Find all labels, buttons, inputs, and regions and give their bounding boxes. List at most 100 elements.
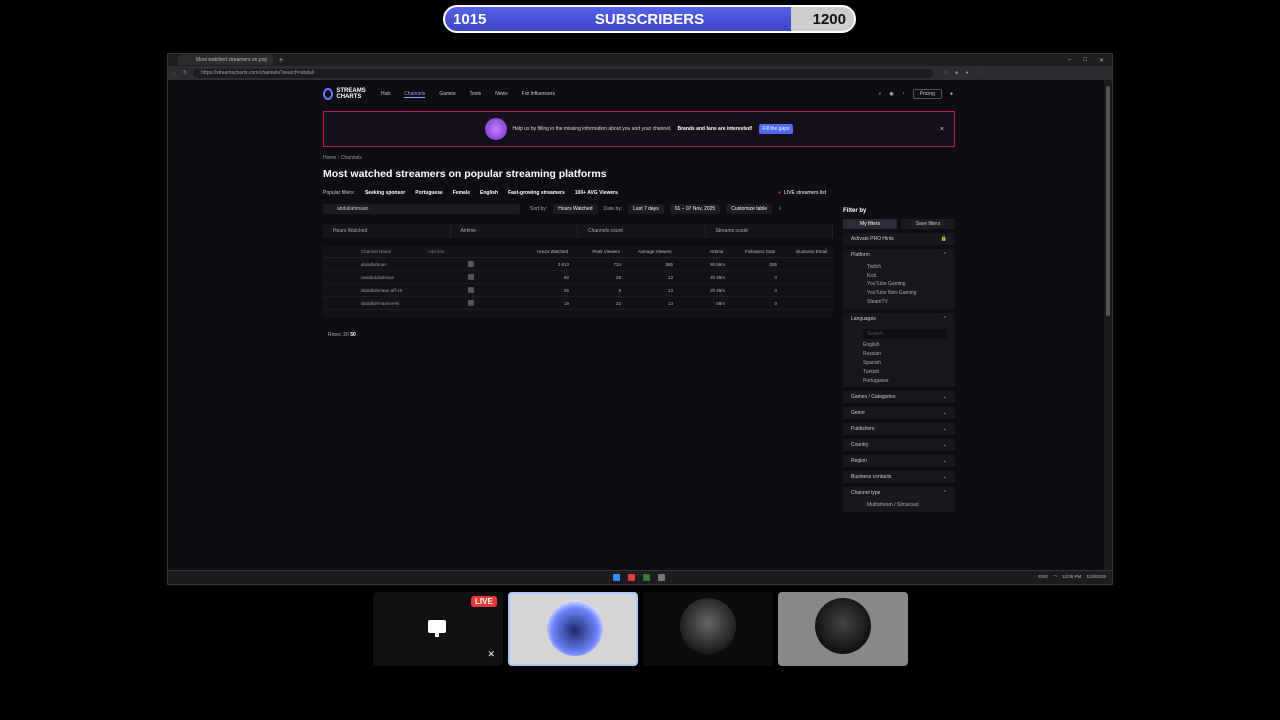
participant-tile-active[interactable] bbox=[508, 592, 638, 666]
screen-share-tile[interactable]: LIVE ✕ bbox=[373, 592, 503, 666]
filter-female[interactable]: Female bbox=[453, 190, 470, 196]
close-icon[interactable]: × bbox=[940, 126, 944, 133]
nav-news[interactable]: News bbox=[495, 91, 508, 98]
tab-streams-count[interactable]: Streams count bbox=[706, 224, 833, 238]
language-search-input[interactable]: Search bbox=[863, 328, 947, 340]
minimize-icon[interactable]: – bbox=[1068, 57, 1071, 64]
app-icon[interactable] bbox=[628, 574, 635, 581]
table-row[interactable]: abdullahman 3 613 734 365 9h 59m 255 bbox=[323, 258, 833, 271]
download-icon[interactable]: ⇩ bbox=[778, 206, 782, 212]
customize-table-button[interactable]: Customize table bbox=[726, 204, 773, 214]
genre-section[interactable]: Genre ⌄ bbox=[843, 407, 955, 420]
channel-type-option[interactable]: Multistream / Simulcast bbox=[843, 499, 955, 512]
new-tab-icon[interactable]: + bbox=[279, 57, 283, 64]
col-channel-name[interactable]: Channel Name bbox=[323, 249, 423, 254]
wifi-icon[interactable]: ◠ bbox=[1053, 574, 1057, 580]
extensions-icon[interactable]: ◈ bbox=[955, 70, 959, 76]
back-icon[interactable]: ← bbox=[172, 70, 177, 76]
languages-section[interactable]: Languages ⌃ bbox=[843, 312, 955, 325]
language-english[interactable]: English bbox=[863, 341, 947, 350]
windows-start-icon[interactable] bbox=[613, 574, 620, 581]
col-average-viewers[interactable]: Average Viewers bbox=[626, 249, 678, 254]
channel-type-section[interactable]: Channel type ⌃ bbox=[843, 487, 955, 500]
tab-hours-watched[interactable]: Hours Watched bbox=[323, 224, 451, 238]
nav-channels[interactable]: Channels bbox=[404, 91, 426, 98]
maximize-icon[interactable]: □ bbox=[1083, 57, 1087, 64]
nav-for-influencers[interactable]: For Influencers bbox=[522, 91, 555, 98]
col-hours-watched[interactable]: Hours Watched bbox=[522, 249, 574, 254]
nav-hub[interactable]: Hub bbox=[381, 91, 390, 98]
table-row[interactable]: realabdullahman 60 28 13 3h 49m 0 bbox=[323, 271, 833, 284]
star-icon[interactable]: ☆ bbox=[943, 70, 947, 76]
notification-icon[interactable]: ◔ bbox=[902, 91, 905, 97]
channel-name[interactable]: abdullahmaan-aff-19 bbox=[323, 288, 423, 293]
refresh-icon[interactable]: ↻ bbox=[183, 70, 187, 76]
region-section[interactable]: Region ⌄ bbox=[843, 455, 955, 468]
browser-icon[interactable] bbox=[643, 574, 650, 581]
platform-youtube-non-gaming[interactable]: YouTube Non-Gaming bbox=[867, 289, 947, 298]
business-contacts-section[interactable]: Business contacts ⌄ bbox=[843, 471, 955, 484]
gamepad-icon[interactable]: ◉ bbox=[889, 91, 893, 97]
clock[interactable]: 12:05 PM bbox=[1062, 574, 1081, 580]
rows-option-20[interactable]: 20 bbox=[343, 332, 349, 338]
platform-steamtv[interactable]: SteamTV bbox=[867, 298, 947, 307]
filter-100-avg-viewers[interactable]: 100+ AVG Viewers bbox=[575, 190, 618, 196]
tab-save-filters[interactable]: Save filters bbox=[901, 219, 955, 229]
browser-tab[interactable]: Most watched streamers on pop bbox=[178, 55, 273, 65]
channel-name[interactable]: abdullahmaanreels bbox=[323, 301, 423, 306]
language-portuguese[interactable]: Portuguese bbox=[863, 377, 947, 386]
tab-my-filters[interactable]: My filters bbox=[843, 219, 897, 229]
channel-search-input[interactable]: abdullahmaan bbox=[323, 204, 520, 214]
menu-icon[interactable]: ⋮ bbox=[976, 70, 981, 76]
participant-tile[interactable] bbox=[643, 592, 773, 666]
language-russian[interactable]: Russian bbox=[863, 350, 947, 359]
nav-games[interactable]: Games bbox=[439, 91, 455, 98]
language-spanish[interactable]: Spanish bbox=[863, 359, 947, 368]
user-avatar-icon[interactable]: ● bbox=[950, 91, 953, 97]
pro-hints-toggle[interactable]: Activate PRO Hints 🔒 bbox=[843, 233, 955, 245]
breadcrumb[interactable]: Home › Channels bbox=[323, 155, 362, 161]
col-add-info[interactable]: Add info bbox=[423, 249, 523, 254]
language-indicator[interactable]: ENG bbox=[1038, 574, 1048, 580]
url-field[interactable]: https://streamscharts.com/channels?searc… bbox=[193, 68, 934, 78]
rows-option-50[interactable]: 50 bbox=[350, 332, 356, 338]
filter-portuguese[interactable]: Portuguese bbox=[415, 190, 443, 196]
page-scrollbar[interactable] bbox=[1104, 80, 1112, 570]
nav-tools[interactable]: Tools bbox=[469, 91, 481, 98]
tab-airtime[interactable]: Airtime bbox=[451, 224, 578, 238]
close-window-icon[interactable]: ✕ bbox=[1099, 57, 1104, 64]
col-business-email[interactable]: Business Email bbox=[781, 249, 833, 254]
filter-fast-growing[interactable]: Fast-growing streamers bbox=[508, 190, 565, 196]
profile-icon[interactable]: ● bbox=[966, 70, 969, 76]
language-turkish[interactable]: Turkish bbox=[863, 368, 947, 377]
platform-youtube-gaming[interactable]: YouTube Gaming bbox=[867, 280, 947, 289]
live-streamers-link[interactable]: LIVE streamers list bbox=[778, 190, 826, 196]
tab-channels-count[interactable]: Channels count bbox=[578, 224, 706, 238]
filter-english[interactable]: English bbox=[480, 190, 498, 196]
site-logo[interactable]: STREAMS CHARTS bbox=[323, 88, 381, 100]
date-select[interactable]: Last 7 days bbox=[628, 204, 664, 214]
country-section[interactable]: Country ⌄ bbox=[843, 439, 955, 452]
fill-gaps-button[interactable]: Fill the gaps bbox=[758, 124, 794, 134]
publishers-section[interactable]: Publishers ⌄ bbox=[843, 423, 955, 436]
col-followers-gain[interactable]: Followers Gain bbox=[729, 249, 781, 254]
col-peak-viewers[interactable]: Peak Viewers bbox=[574, 249, 626, 254]
app-icon[interactable] bbox=[658, 574, 665, 581]
date[interactable]: 11/8/2025 bbox=[1086, 574, 1106, 580]
pricing-button[interactable]: Pricing bbox=[912, 89, 942, 99]
search-icon[interactable]: ⌕ bbox=[878, 91, 881, 97]
col-airtime[interactable]: Airtime bbox=[678, 249, 730, 254]
table-row[interactable]: abdullahmaanreels 19 22 13 58m 0 bbox=[323, 297, 833, 310]
filter-seeking-sponsor[interactable]: Seeking sponsor bbox=[365, 190, 405, 196]
platform-section[interactable]: Platform ⌃ bbox=[843, 249, 955, 261]
platform-kick[interactable]: Kick bbox=[867, 272, 947, 281]
channel-name[interactable]: abdullahman bbox=[323, 262, 423, 267]
participant-tile[interactable] bbox=[778, 592, 908, 666]
channel-name[interactable]: realabdullahman bbox=[323, 275, 423, 280]
games-categories-section[interactable]: Games / Categories ⌄ bbox=[843, 391, 955, 404]
date-range[interactable]: 01 – 07 Nov, 2025 bbox=[669, 204, 721, 214]
scrollbar-thumb[interactable] bbox=[1106, 86, 1110, 316]
table-row[interactable]: abdullahmaan-aff-19 26 9 13 2h 46m 0 bbox=[323, 284, 833, 297]
platform-twitch[interactable]: Twitch bbox=[867, 263, 947, 272]
sort-select[interactable]: Hours Watched bbox=[553, 204, 598, 214]
